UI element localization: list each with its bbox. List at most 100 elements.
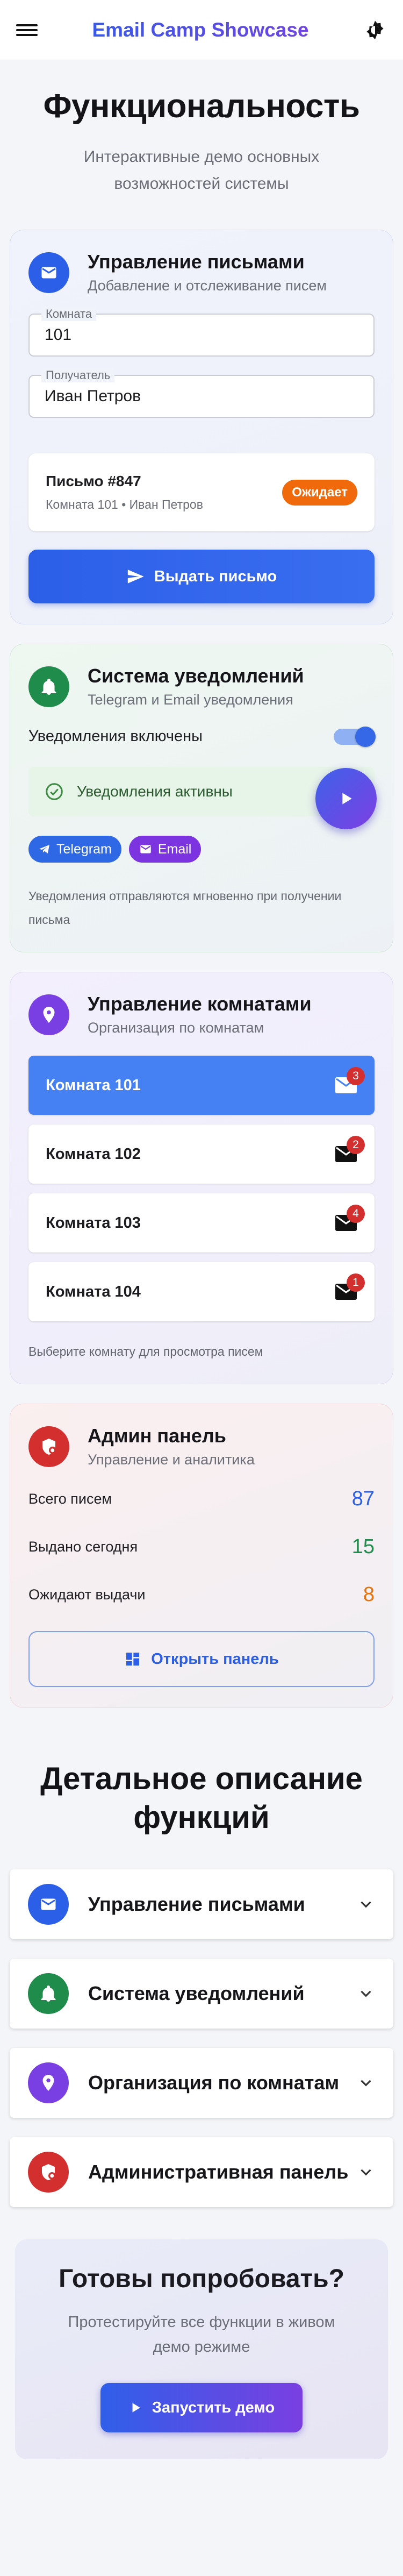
launch-demo-button[interactable]: Запустить демо [100, 2383, 303, 2432]
notifications-toggle-label: Уведомления включены [28, 728, 203, 745]
open-panel-button[interactable]: Открыть панель [28, 1631, 375, 1687]
card-title: Управление письмами [88, 251, 305, 273]
stat-value: 87 [351, 1488, 375, 1510]
issue-letter-label: Выдать письмо [154, 567, 277, 585]
room-label: Комната 103 [46, 1214, 141, 1232]
admin-shield-icon [28, 1426, 69, 1467]
telegram-icon [39, 845, 49, 853]
stat-pending: Ожидают выдачи 8 [28, 1583, 375, 1606]
hero-section: Функциональность Интерактивные демо осно… [0, 60, 403, 230]
details-title: Детальное описание функций [40, 1761, 363, 1835]
room-field[interactable]: Комната 101 [28, 307, 375, 357]
chevron-down-icon [361, 1990, 371, 1997]
page-title: Функциональность [43, 88, 360, 125]
letter-meta: Комната 101 • Иван Петров [46, 497, 203, 511]
notifications-toggle[interactable] [334, 726, 376, 747]
room-label: Комната 101 [46, 1076, 141, 1094]
accordion-notifications[interactable]: Система уведомлений [10, 1959, 393, 2029]
accordion-label: Административная панель [88, 2161, 349, 2183]
launch-demo-label: Запустить демо [152, 2399, 275, 2416]
envelope-icon: 3 [335, 1067, 365, 1094]
rooms-hint: Выберите комнату для просмотра писем [28, 1344, 263, 1358]
card-subtitle: Telegram и Email уведомления [88, 692, 293, 708]
notifications-status-text: Уведомления активны [77, 783, 233, 800]
envelope-icon: 4 [335, 1205, 365, 1232]
accordion-admin[interactable]: Административная панель [10, 2137, 393, 2207]
menu-icon[interactable] [16, 22, 38, 38]
notifications-note: Уведомления отправляются мгновенно при п… [28, 889, 342, 927]
chevron-down-icon [361, 1901, 371, 1908]
rooms-card: Управление комнатами Организация по комн… [10, 972, 393, 1384]
play-icon [132, 2403, 140, 2413]
cta-title: Готовы попробовать? [59, 2265, 344, 2293]
room-count-badge: 4 [347, 1205, 365, 1223]
room-label: Комната 102 [46, 1145, 141, 1163]
recipient-field-label: Получатель [41, 368, 115, 382]
card-title: Система уведомлений [88, 665, 304, 687]
recipient-field[interactable]: Получатель Иван Петров [28, 368, 375, 418]
notification-card: Система уведомлений Telegram и Email уве… [10, 644, 393, 952]
stat-label: Ожидают выдачи [28, 1586, 146, 1603]
stat-label: Выдано сегодня [28, 1539, 138, 1555]
card-subtitle: Организация по комнатам [88, 1020, 264, 1036]
accordion-rooms[interactable]: Организация по комнатам [10, 2048, 393, 2118]
open-panel-label: Открыть панель [151, 1650, 279, 1668]
stat-value: 8 [363, 1583, 375, 1606]
accordion-label: Система уведомлений [88, 1982, 305, 2004]
room-count-badge: 1 [347, 1273, 365, 1292]
play-demo-fab[interactable] [315, 768, 377, 829]
mail-icon [28, 252, 69, 293]
room-count-badge: 2 [347, 1136, 365, 1154]
room-item-103[interactable]: Комната 103 4 [28, 1193, 375, 1253]
check-circle-icon [46, 783, 63, 800]
page-subtitle: Интерактивные демо основных возможностей… [83, 148, 320, 193]
telegram-chip-label: Telegram [56, 841, 112, 857]
room-label: Комната 104 [46, 1283, 141, 1300]
card-subtitle: Управление и аналитика [88, 1451, 255, 1468]
app-title: Email Camp Showcase [38, 19, 363, 41]
admin-shield-icon [28, 2152, 69, 2193]
email-chip[interactable]: Email [128, 836, 202, 863]
cta-section: Готовы попробовать? Протестируйте все фу… [15, 2239, 388, 2459]
email-chip-label: Email [157, 841, 192, 857]
card-title: Админ панель [88, 1425, 226, 1447]
stat-label: Всего писем [28, 1491, 112, 1507]
app-bar: Email Camp Showcase [0, 0, 403, 60]
accordion-label: Управление письмами [88, 1893, 305, 1915]
mail-icon [28, 1884, 69, 1925]
theme-toggle-icon[interactable] [363, 18, 387, 42]
card-title: Управление комнатами [88, 993, 312, 1015]
dashboard-icon [126, 1653, 140, 1666]
admin-card: Админ панель Управление и аналитика Всег… [10, 1404, 393, 1708]
email-icon [140, 845, 151, 853]
room-count-badge: 3 [347, 1067, 365, 1085]
play-icon [342, 793, 352, 805]
location-icon [28, 2062, 69, 2103]
cta-text: Протестируйте все функции в живом демо р… [68, 2314, 335, 2356]
telegram-chip[interactable]: Telegram [28, 836, 121, 863]
room-field-label: Комната [41, 307, 97, 321]
mail-management-card: Управление письмами Добавление и отслежи… [10, 230, 393, 624]
location-icon [28, 994, 69, 1035]
chevron-down-icon [361, 2169, 371, 2176]
room-item-101[interactable]: Комната 101 3 [28, 1056, 375, 1115]
recipient-field-value: Иван Петров [45, 387, 141, 405]
send-icon [127, 570, 144, 583]
stat-issued-today: Выдано сегодня 15 [28, 1535, 375, 1559]
envelope-icon: 1 [335, 1273, 365, 1300]
card-subtitle: Добавление и отслеживание писем [88, 277, 327, 294]
issue-letter-button[interactable]: Выдать письмо [28, 550, 375, 603]
letter-title: Письмо #847 [46, 473, 141, 489]
accordion-label: Организация по комнатам [88, 2072, 340, 2094]
stat-value: 15 [351, 1535, 375, 1558]
room-item-102[interactable]: Комната 102 2 [28, 1125, 375, 1184]
stat-total: Всего писем 87 [28, 1488, 375, 1511]
letter-card[interactable]: Письмо #847 Комната 101 • Иван Петров Ож… [28, 453, 375, 531]
chevron-down-icon [361, 2080, 371, 2087]
bell-icon [28, 666, 69, 707]
room-field-value: 101 [45, 326, 72, 344]
accordion-mail[interactable]: Управление письмами [10, 1869, 393, 1939]
room-item-104[interactable]: Комната 104 1 [28, 1262, 375, 1321]
status-badge: Ожидает [282, 479, 357, 506]
envelope-icon: 2 [335, 1136, 365, 1163]
